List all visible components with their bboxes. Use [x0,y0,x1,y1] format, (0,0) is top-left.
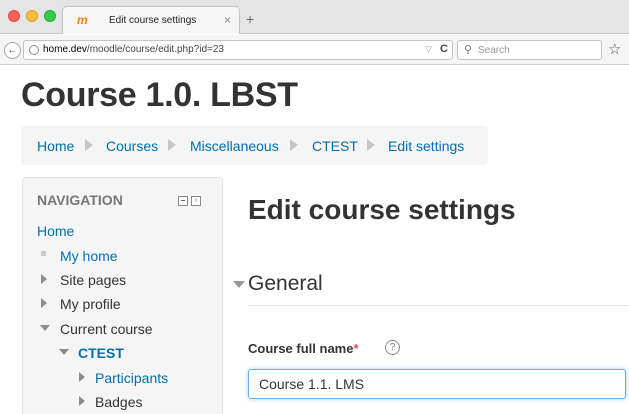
navigation-title: NAVIGATION [37,192,123,208]
reload-icon[interactable]: C [440,43,448,55]
nav-my-home[interactable]: My home [60,248,118,264]
breadcrumb-separator-icon [85,139,93,151]
required-icon: * [353,341,359,356]
tab-title: Edit course settings [109,15,197,26]
course-fullname-label: Course full name* [248,341,359,356]
nav-home[interactable]: Home [37,223,74,239]
window-titlebar: m Edit course settings × + [0,0,629,34]
search-placeholder: Search [478,45,510,56]
hide-block-icon[interactable]: ‹ [191,196,201,206]
breadcrumb-miscellaneous[interactable]: Miscellaneous [190,138,279,154]
search-input[interactable]: ⚲ Search [457,40,602,60]
dock-block-icon[interactable] [178,196,188,206]
collapsed-arrow-icon[interactable] [79,396,85,406]
course-fullname-label-text: Course full name [248,341,354,356]
nav-my-profile[interactable]: My profile [60,296,121,312]
page-title: Course 1.0. LBST [21,76,298,114]
minimize-window-button[interactable] [26,10,38,22]
expanded-arrow-icon[interactable] [40,325,50,331]
url-dropdown-icon[interactable]: ▽ [425,44,432,55]
url-text: home.dev/moodle/course/edit.php?id=23 [43,44,224,55]
section-collapse-icon[interactable] [233,281,245,288]
address-bar[interactable]: home.dev/moodle/course/edit.php?id=23 ▽ … [23,40,453,60]
collapsed-arrow-icon[interactable] [41,298,47,308]
breadcrumb-separator-icon [367,139,375,151]
bookmark-star-icon[interactable]: ☆ [608,40,621,58]
back-arrow-icon[interactable]: ← [4,42,21,59]
browser-toolbar: ← home.dev/moodle/course/edit.php?id=23 … [0,35,629,65]
breadcrumb-edit-settings[interactable]: Edit settings [388,138,464,154]
nav-site-pages[interactable]: Site pages [60,272,126,288]
section-general-title[interactable]: General [248,272,323,296]
collapsed-arrow-icon[interactable] [79,372,85,382]
search-icon: ⚲ [464,44,473,56]
breadcrumb-separator-icon [168,139,176,151]
breadcrumb: Home Courses Miscellaneous CTEST Edit se… [21,126,488,165]
main-heading: Edit course settings [248,194,516,225]
help-icon[interactable]: ? [385,340,400,355]
breadcrumb-separator-icon [290,139,298,151]
collapsed-arrow-icon[interactable] [41,274,47,284]
navigation-block: NAVIGATION ‹ Home My home Site pages My … [22,177,223,414]
moodle-favicon-icon: m [77,13,88,27]
browser-tab[interactable]: m Edit course settings × [62,6,240,34]
new-tab-button[interactable]: + [246,11,254,27]
tab-close-icon[interactable]: × [224,13,231,27]
section-divider [248,305,629,306]
nav-badges[interactable]: Badges [95,394,142,410]
breadcrumb-courses[interactable]: Courses [106,138,158,154]
breadcrumb-home[interactable]: Home [37,138,74,154]
breadcrumb-ctest[interactable]: CTEST [312,138,358,154]
expanded-arrow-icon[interactable] [59,349,69,355]
nav-current-course[interactable]: Current course [60,321,153,337]
course-fullname-input[interactable] [248,369,626,399]
globe-icon [29,45,39,55]
zoom-window-button[interactable] [44,10,56,22]
bullet-icon [41,251,46,256]
nav-course-ctest[interactable]: CTEST [78,345,124,361]
close-window-button[interactable] [8,10,20,22]
nav-participants[interactable]: Participants [95,370,168,386]
